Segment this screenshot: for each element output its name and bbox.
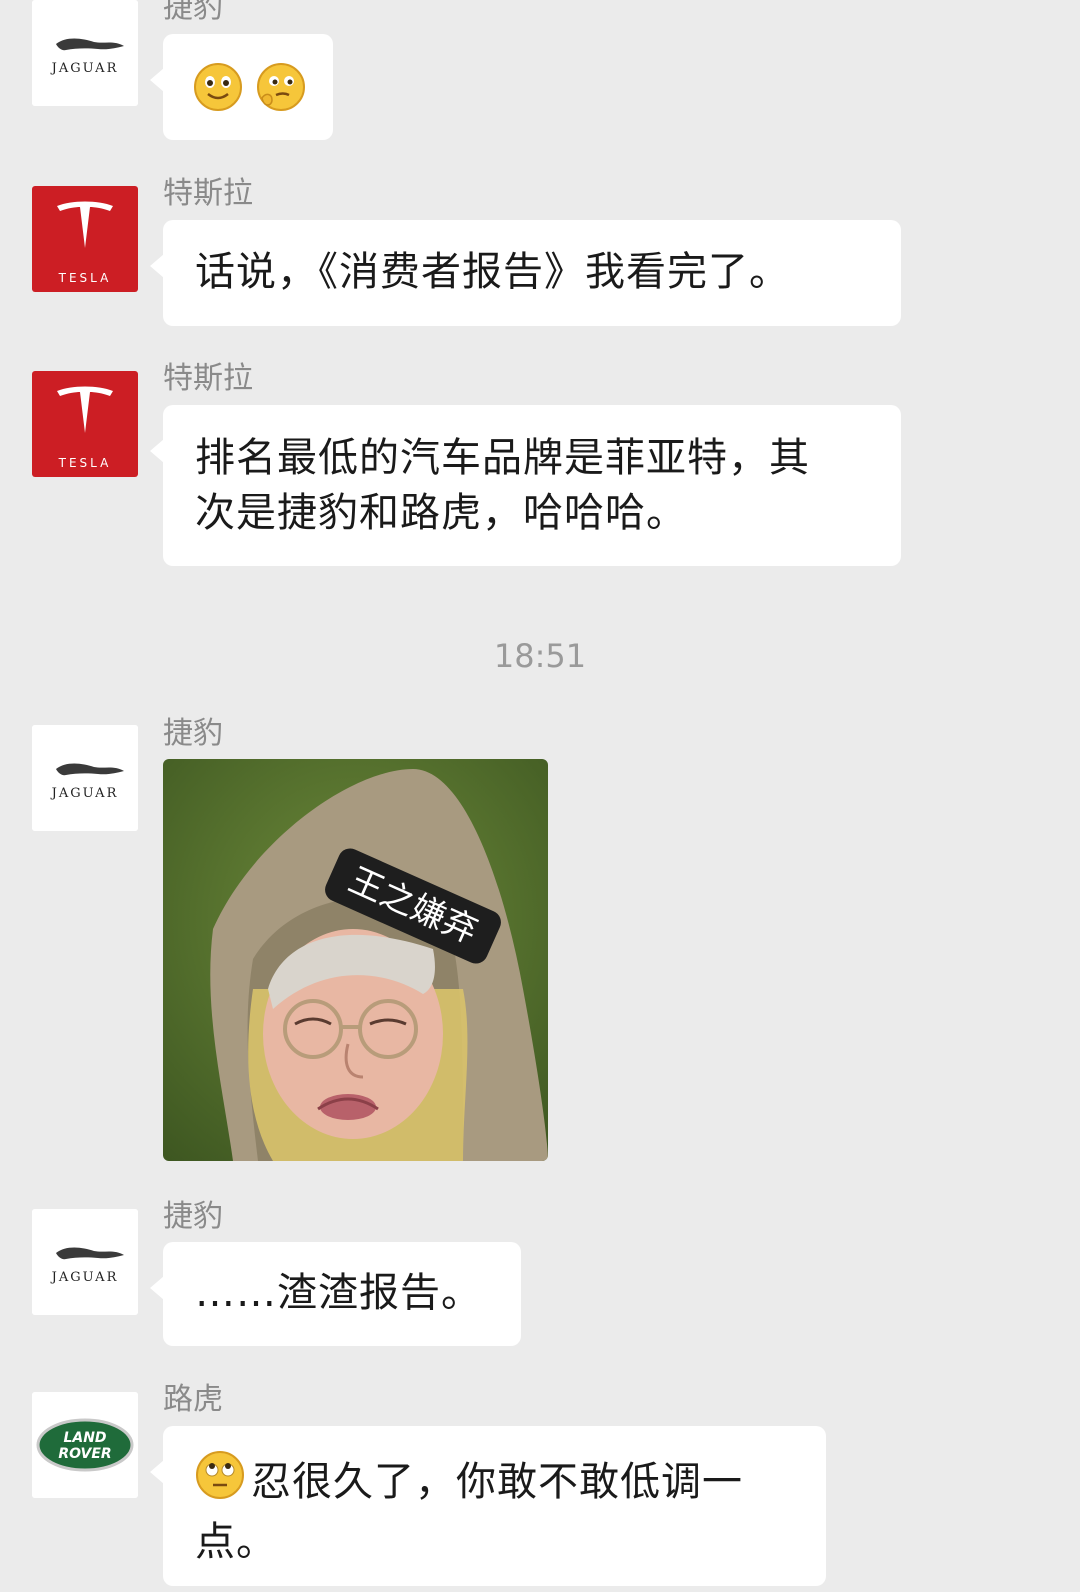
svg-text:JAGUAR: JAGUAR	[50, 786, 119, 801]
sender-name: 捷豹	[163, 716, 223, 751]
svg-text:JAGUAR: JAGUAR	[50, 61, 119, 76]
sender-name: 捷豹	[163, 0, 223, 25]
jaguar-logo-icon: JAGUAR	[32, 0, 138, 106]
jaguar-avatar[interactable]: JAGUAR	[32, 1209, 138, 1315]
svg-text:JAGUAR: JAGUAR	[50, 1270, 119, 1285]
eye-roll-emoji-icon	[195, 1450, 245, 1515]
message-text-line: 点。	[195, 1519, 277, 1565]
message-text-line: 忍很久了，你敢不敢低调一	[251, 1459, 743, 1505]
thinking-emoji-icon	[256, 62, 306, 116]
message-bubble[interactable]	[150, 34, 333, 140]
tesla-logo-icon: TESLA	[32, 371, 138, 477]
tesla-avatar[interactable]: TESLA	[32, 371, 138, 477]
svg-text:TESLA: TESLA	[58, 271, 112, 285]
sender-name: 特斯拉	[163, 361, 253, 396]
sender-name: 捷豹	[163, 1199, 223, 1234]
land-rover-avatar[interactable]: LAND ROVER	[32, 1392, 138, 1498]
land-rover-logo-icon: LAND ROVER	[32, 1392, 138, 1498]
jaguar-logo-icon: JAGUAR	[32, 725, 138, 831]
smile-emoji-icon	[193, 62, 243, 116]
tesla-logo-icon: TESLA	[32, 186, 138, 292]
message-text: 话说，《消费者报告》我看完了。	[195, 249, 790, 295]
jaguar-logo-icon: JAGUAR	[32, 1209, 138, 1315]
jaguar-avatar[interactable]: JAGUAR	[32, 725, 138, 831]
message-bubble[interactable]: 忍很久了，你敢不敢低调一 点。	[150, 1426, 826, 1586]
message-bubble[interactable]: 话说，《消费者报告》我看完了。	[150, 220, 901, 326]
timestamp: 18:51	[493, 637, 587, 675]
message-text-line: 次是捷豹和路虎，哈哈哈。	[195, 490, 687, 536]
svg-text:ROVER: ROVER	[58, 1446, 111, 1462]
jaguar-avatar[interactable]: JAGUAR	[32, 0, 138, 106]
message-text-line: 排名最低的汽车品牌是菲亚特，其	[195, 435, 810, 481]
message-text: ……渣渣报告。	[195, 1270, 482, 1316]
svg-text:TESLA: TESLA	[58, 456, 112, 470]
sender-name: 路虎	[163, 1382, 223, 1417]
meme-sticker-image[interactable]	[163, 759, 548, 1161]
sender-name: 特斯拉	[163, 176, 253, 211]
message-bubble[interactable]: 排名最低的汽车品牌是菲亚特，其 次是捷豹和路虎，哈哈哈。	[150, 405, 901, 566]
svg-text:LAND: LAND	[63, 1430, 106, 1446]
tesla-avatar[interactable]: TESLA	[32, 186, 138, 292]
message-bubble[interactable]: ……渣渣报告。	[150, 1242, 521, 1346]
